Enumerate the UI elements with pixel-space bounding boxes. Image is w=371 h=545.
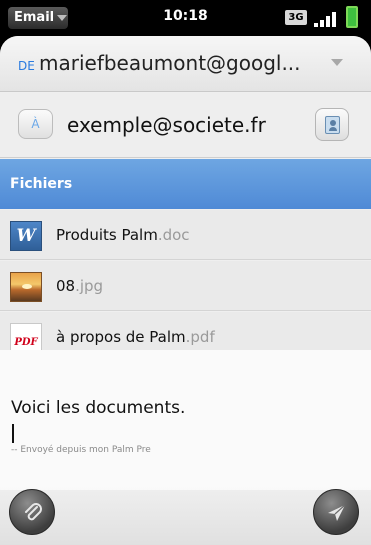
address-book-icon xyxy=(325,116,340,134)
network-type-badge: 3G xyxy=(285,10,307,25)
message-body[interactable]: Voici les documents. -- Envoyé depuis mo… xyxy=(0,350,371,490)
chevron-down-icon xyxy=(331,59,343,66)
signature: -- Envoyé depuis mon Palm Pre xyxy=(11,445,151,455)
attachment-filename: 08.jpg xyxy=(56,277,104,295)
text-cursor xyxy=(12,424,14,443)
attachment-filename: à propos de Palm.pdf xyxy=(56,328,215,346)
attach-button[interactable] xyxy=(9,489,55,535)
from-address: mariefbeaumont@googl... xyxy=(39,51,301,75)
pdf-icon: PDF xyxy=(10,323,42,353)
to-field[interactable]: exemple@societe.fr xyxy=(67,113,266,137)
contacts-button[interactable] xyxy=(315,108,349,141)
to-button[interactable]: À xyxy=(18,109,53,139)
to-field-row: À exemple@societe.fr xyxy=(0,93,371,158)
signal-strength-icon xyxy=(312,9,342,27)
paper-plane-icon xyxy=(328,504,346,521)
message-body-text: Voici les documents. xyxy=(11,398,186,418)
command-menu xyxy=(0,486,371,545)
attachment-filename: Produits Palm.doc xyxy=(56,226,190,244)
from-prefix-label: DE xyxy=(18,59,35,73)
paperclip-icon xyxy=(25,503,42,521)
from-selector[interactable]: DE mariefbeaumont@googl... xyxy=(0,36,371,92)
compose-card: DE mariefbeaumont@googl... À exemple@soc… xyxy=(0,36,371,545)
battery-icon xyxy=(346,6,358,28)
attachment-item[interactable]: 08.jpg xyxy=(0,261,371,311)
image-thumbnail-icon xyxy=(10,272,42,302)
attachment-item[interactable]: W Produits Palm.doc xyxy=(0,210,371,260)
send-button[interactable] xyxy=(313,489,359,535)
word-doc-icon: W xyxy=(10,221,42,251)
status-bar: Email 10:18 3G xyxy=(0,0,371,36)
files-header: Fichiers xyxy=(0,159,371,209)
